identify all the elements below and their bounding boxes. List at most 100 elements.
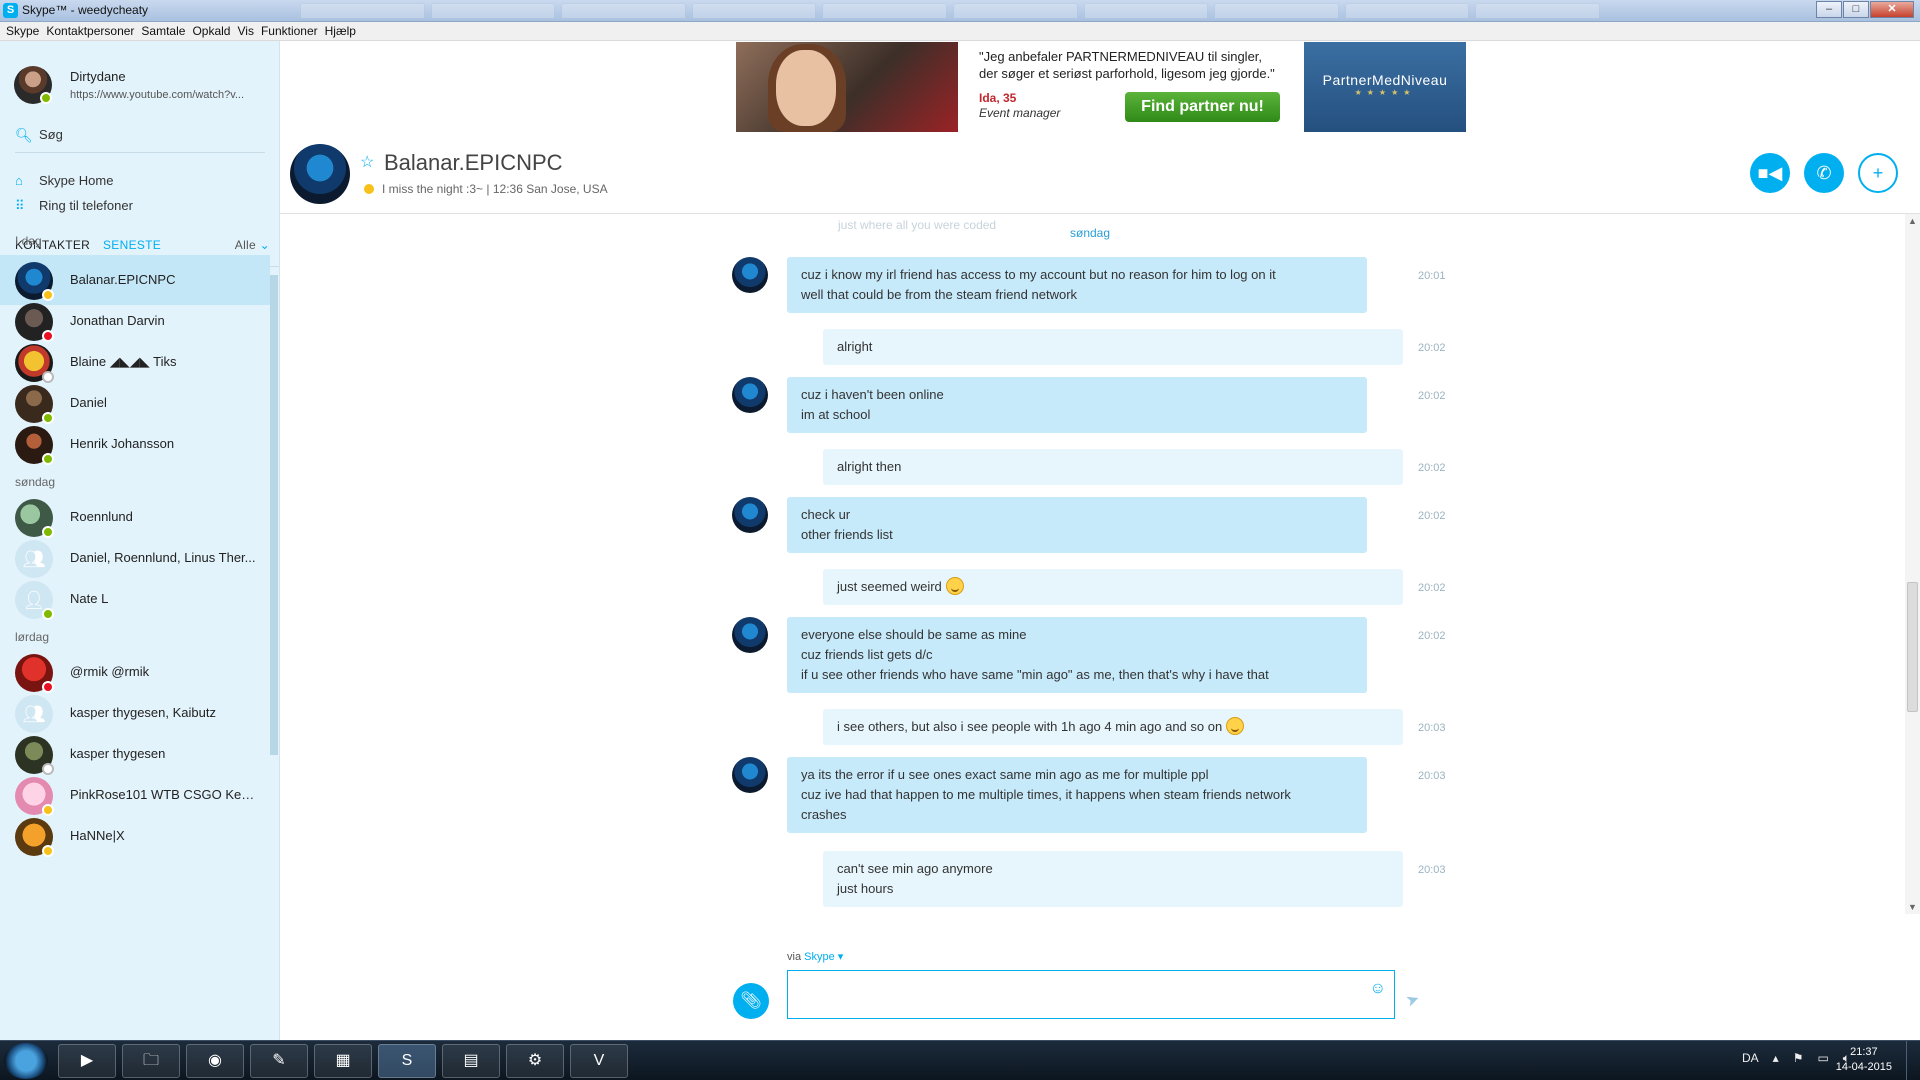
maximize-button[interactable]: □ [1843, 1, 1869, 18]
contact-name: kasper thygesen [70, 746, 166, 761]
via-prefix: via [787, 951, 802, 963]
nav-phones-label: Ring til telefoner [39, 198, 133, 213]
media-player-icon[interactable]: ▶ [58, 1044, 116, 1078]
menu-skype[interactable]: Skype [6, 22, 46, 40]
ad-banner[interactable]: "Jeg anbefaler PARTNERMEDNIVEAU til sing… [736, 42, 1466, 132]
message-bubble[interactable]: cuz i know my irl friend has access to m… [787, 257, 1367, 313]
menu-bar: Skype Kontaktpersoner Samtale Opkald Vis… [0, 22, 1920, 41]
message-bubble[interactable]: cuz i haven't been online im at school [787, 377, 1367, 433]
send-icon[interactable]: ➤ [1403, 988, 1422, 1011]
avatar[interactable] [732, 617, 768, 653]
avatar [15, 777, 54, 816]
firefox-icon[interactable]: ◉ [186, 1044, 244, 1078]
online-status-icon [40, 92, 52, 104]
search-field[interactable]: 🔍︎ Søg [15, 123, 265, 153]
profile-panel[interactable]: Dirtydane https://www.youtube.com/watch?… [0, 41, 279, 119]
menu-help[interactable]: Hjælp [325, 22, 363, 40]
menu-call[interactable]: Opkald [192, 22, 237, 40]
menu-view[interactable]: Vis [237, 22, 260, 40]
ad-quote-line: der søger et seriøst parforhold, ligesom… [979, 66, 1275, 81]
message-bubble[interactable]: check ur other friends list [787, 497, 1367, 553]
online-status-icon [42, 608, 54, 620]
scrollbar-thumb[interactable] [1907, 582, 1918, 712]
default-avatar-icon: 👤︎ [15, 581, 54, 620]
group-avatar-icon: 👥︎ [15, 540, 53, 578]
close-button[interactable]: ✕ [1870, 1, 1914, 18]
contact-item[interactable]: 👤︎ Nate L [0, 574, 270, 624]
message-bubble[interactable]: i see others, but also i see people with… [823, 709, 1403, 745]
start-button[interactable] [4, 1043, 48, 1079]
avatar[interactable] [290, 144, 350, 204]
attach-button[interactable]: 📎︎ [733, 983, 769, 1019]
message-timestamp: 20:02 [1418, 342, 1446, 354]
tab-recent[interactable]: SENESTE [103, 238, 161, 252]
avatar[interactable] [732, 757, 768, 793]
profile-mood[interactable]: https://www.youtube.com/watch?v... [70, 89, 270, 101]
show-desktop-button[interactable] [1906, 1041, 1920, 1080]
network-icon[interactable]: ▭ [1817, 1051, 1828, 1066]
contact-name: HaNNe|X [70, 828, 125, 843]
avatar [15, 654, 54, 693]
avatar[interactable] [14, 66, 52, 104]
menu-conversation[interactable]: Samtale [141, 22, 192, 40]
scroll-up-icon[interactable]: ▲ [1908, 216, 1917, 226]
message-bubble[interactable]: ya its the error if u see ones exact sam… [787, 757, 1367, 833]
message-bubble[interactable]: can't see min ago anymore just hours [823, 851, 1403, 907]
film-app-icon[interactable]: ▦ [314, 1044, 372, 1078]
scroll-down-icon[interactable]: ▼ [1908, 902, 1917, 912]
add-people-button[interactable]: + [1858, 153, 1898, 193]
message-bubble[interactable]: just seemed weird [823, 569, 1403, 605]
chevron-down-icon: ⌄ [259, 238, 270, 252]
menu-tools[interactable]: Funktioner [261, 22, 325, 40]
message-text: cuz i haven't been online [801, 387, 944, 402]
skype-taskbar-icon[interactable]: S [378, 1044, 436, 1078]
emoticon-picker-icon[interactable]: ☺ [1370, 980, 1386, 998]
minimize-button[interactable]: – [1816, 1, 1842, 18]
message-bubble[interactable]: alright [823, 329, 1403, 365]
avatar [15, 499, 54, 538]
skype-logo-icon: S [3, 3, 18, 18]
dialpad-icon: ⠿ [15, 198, 25, 213]
nav-call-phones[interactable]: ⠿ Ring til telefoner [15, 196, 265, 218]
video-call-button[interactable]: ■◀ [1750, 153, 1790, 193]
menu-contacts[interactable]: Kontaktpersoner [46, 22, 141, 40]
clock[interactable]: 21:37 14-04-2015 [1836, 1045, 1892, 1075]
contact-item[interactable]: Henrik Johansson [0, 419, 270, 469]
via-service-name: Skype [804, 951, 835, 963]
message-timestamp: 20:02 [1418, 390, 1446, 402]
ad-photo [736, 42, 958, 132]
calculator-icon[interactable]: ▤ [442, 1044, 500, 1078]
action-center-flag-icon[interactable]: ⚑ [1793, 1051, 1804, 1066]
call-button[interactable]: ✆ [1804, 153, 1844, 193]
avatar[interactable] [732, 257, 768, 293]
contact-local-time: 12:36 San Jose, USA [492, 182, 608, 196]
smiley-emoticon-icon [945, 577, 964, 595]
clock-date: 14-04-2015 [1835, 1061, 1892, 1073]
via-service-selector[interactable]: via Skype ▾ [787, 950, 843, 963]
faded-message-text: just where all you were coded [838, 218, 997, 232]
nav-skype-home[interactable]: ⌂ Skype Home [15, 171, 265, 193]
contact-name: Balanar.EPICNPC [70, 272, 176, 287]
message-bubble[interactable]: alright then [823, 449, 1403, 485]
message-input[interactable]: ☺ [787, 970, 1395, 1019]
sidebar-scrollbar[interactable] [270, 275, 278, 755]
message-scrollbar[interactable]: ▲ ▼ [1905, 214, 1920, 914]
contact-name: @rmik @rmik [70, 664, 150, 679]
group-header-sunday: søndag [15, 475, 56, 489]
steam-icon[interactable]: ⚙ [506, 1044, 564, 1078]
language-indicator[interactable]: DA [1742, 1051, 1759, 1066]
avatar[interactable] [732, 497, 768, 533]
app-v-icon[interactable]: V [570, 1044, 628, 1078]
filter-dropdown[interactable]: Alle ⌄ [235, 238, 270, 252]
sidebar: Dirtydane https://www.youtube.com/watch?… [0, 41, 280, 1040]
favorite-star-icon[interactable]: ☆ [360, 152, 374, 172]
ad-cta-button[interactable]: Find partner nu! [1125, 92, 1280, 122]
tray-expand-icon[interactable]: ▴ [1773, 1051, 1779, 1066]
avatar[interactable] [732, 377, 768, 413]
contact-item[interactable]: HaNNe|X [0, 811, 270, 861]
message-bubble[interactable]: everyone else should be same as mine cuz… [787, 617, 1367, 693]
notepad-icon[interactable]: ✎ [250, 1044, 308, 1078]
file-explorer-icon[interactable]: 🗀 [122, 1044, 180, 1078]
message-text: im at school [801, 407, 871, 422]
message-timestamp: 20:02 [1418, 462, 1446, 474]
